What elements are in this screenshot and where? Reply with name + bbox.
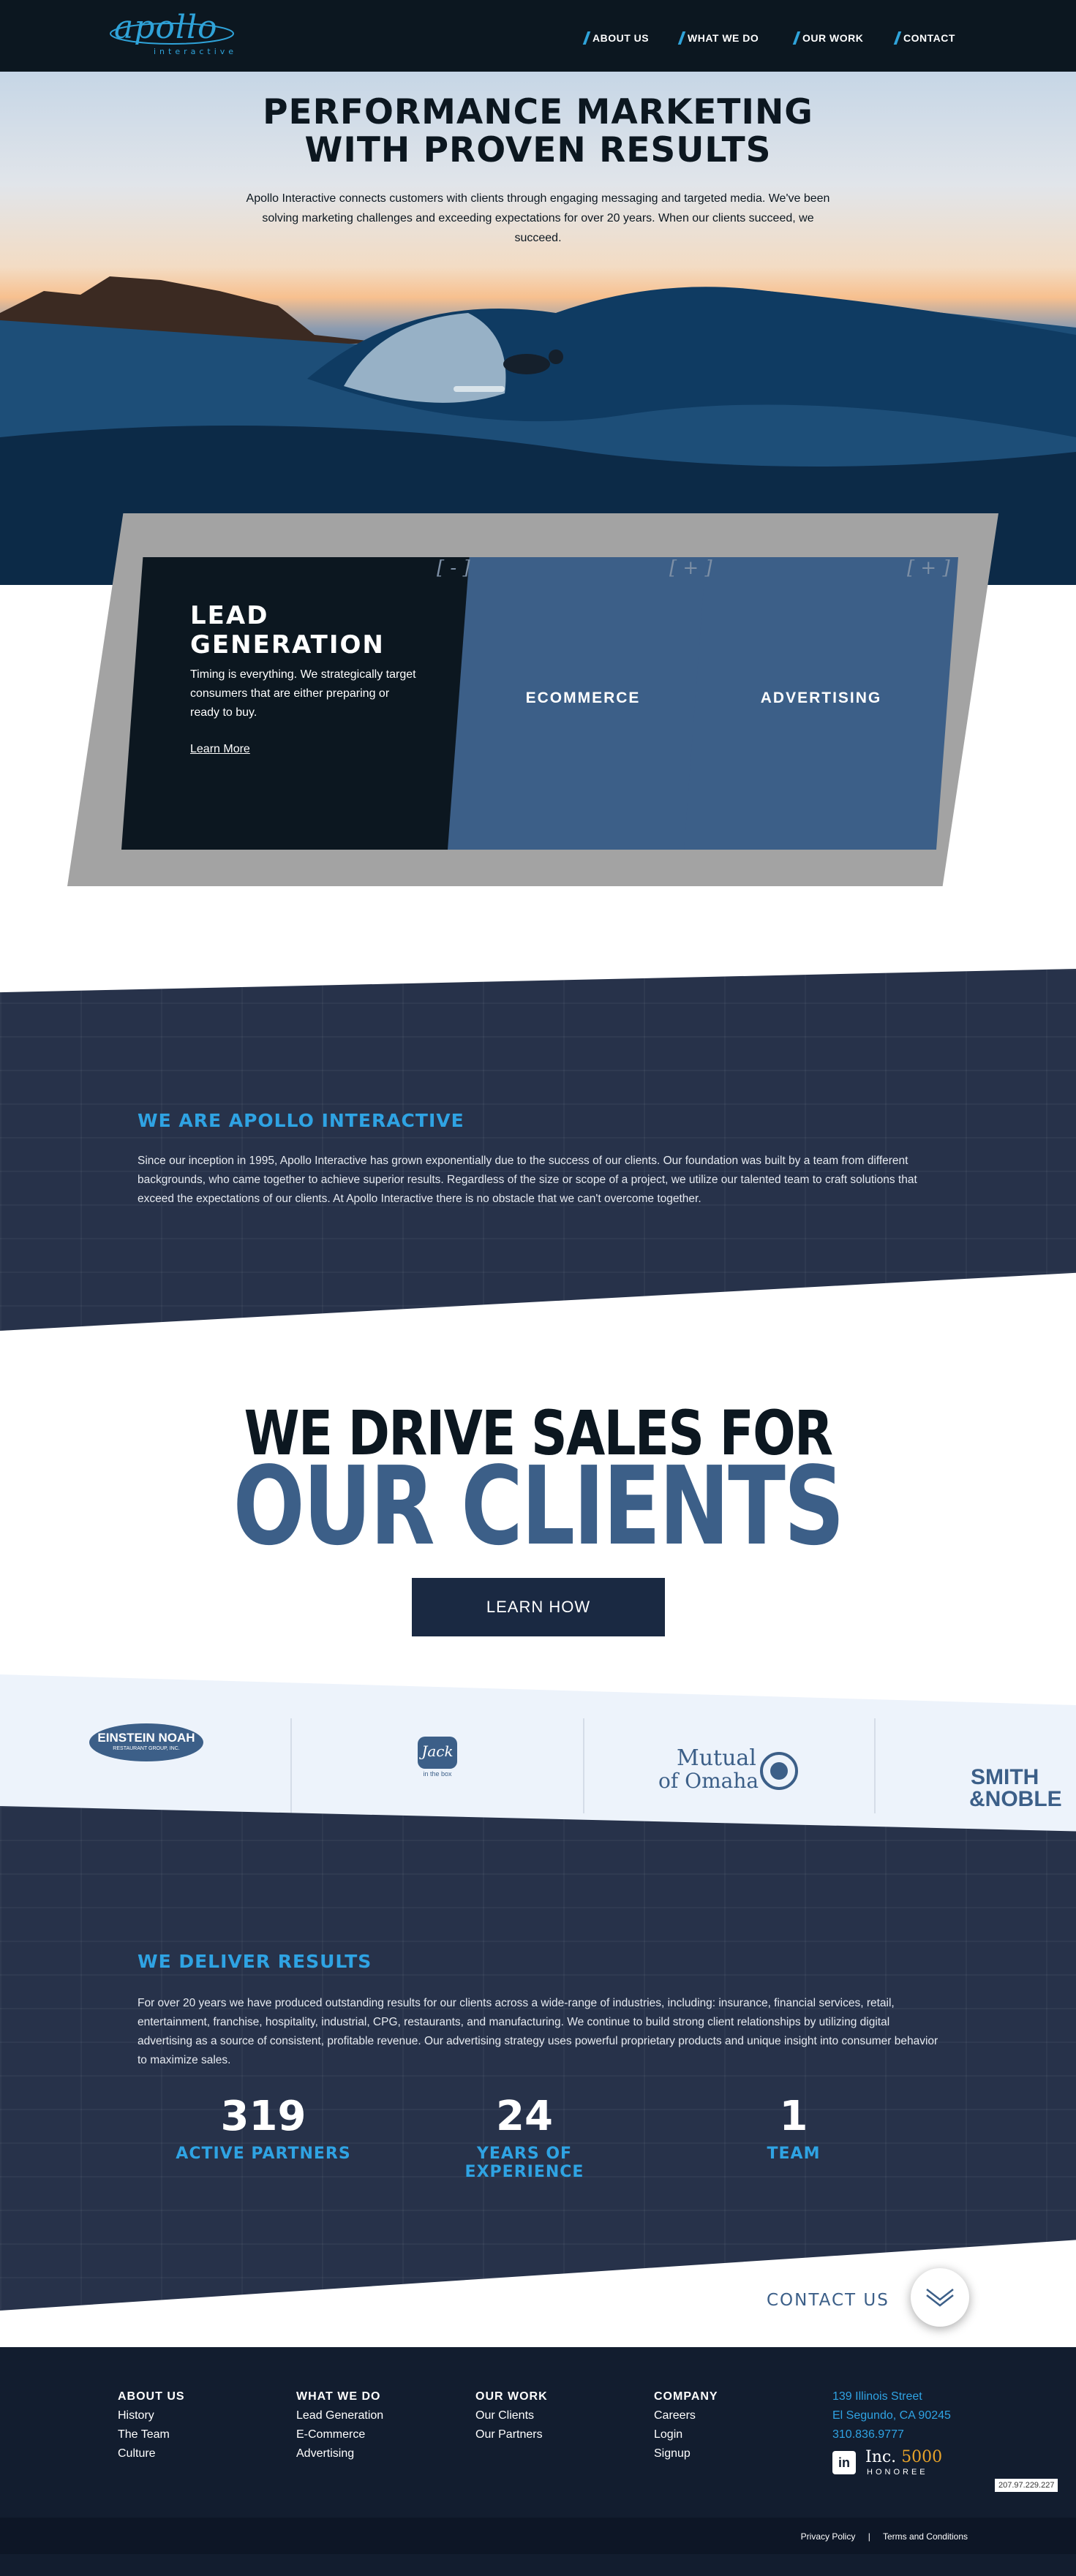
nav-slash-icon <box>677 31 686 45</box>
jack-subtext: in the box <box>423 1770 452 1778</box>
logo-subtitle: interactive <box>154 47 238 56</box>
footer-legal-links: Privacy Policy | Terms and Conditions <box>801 2531 968 2542</box>
about-heading: WE ARE APOLLO INTERACTIVE <box>138 1110 464 1131</box>
footer-link-careers[interactable]: Careers <box>654 2406 718 2425</box>
footer-heading[interactable]: COMPANY <box>654 2387 718 2406</box>
site-header: apollo interactive ABOUT US WHAT WE DO O… <box>0 0 1076 72</box>
our-clients-heading: OUR CLIENTS <box>233 1443 845 1569</box>
omaha-text: of Omaha <box>658 1769 759 1793</box>
footer-heading[interactable]: WHAT WE DO <box>296 2387 383 2406</box>
mutual-of-omaha-logo[interactable]: Mutual of Omaha <box>658 1744 801 1795</box>
hero-description: Apollo Interactive connects customers wi… <box>246 192 830 244</box>
hero-title-line1: PERFORMANCE MARKETING <box>263 92 813 132</box>
nav-slash-icon <box>893 31 902 45</box>
footer-col-company: COMPANY Careers Login Signup <box>654 2387 718 2463</box>
expand-toggle-ecommerce[interactable]: [ + ] <box>669 557 712 579</box>
nav-slash-icon <box>792 31 801 45</box>
einstein-noah-subtext: RESTAURANT GROUP, INC. <box>113 1746 180 1751</box>
lead-learn-more-link[interactable]: Learn More <box>190 743 250 756</box>
results-text: For over 20 years we have produced outst… <box>138 1997 938 2066</box>
inc-5000-badge: Inc. 5000 <box>865 2448 942 2466</box>
footer-col-about: ABOUT US History The Team Culture <box>118 2387 185 2463</box>
page: apollo interactive ABOUT US WHAT WE DO O… <box>0 0 1076 2576</box>
smith-text: SMITH <box>971 1765 1039 1789</box>
apollo-logo[interactable]: apollo interactive <box>108 7 236 60</box>
footer-col-our-work: OUR WORK Our Clients Our Partners <box>475 2387 548 2444</box>
stat-years-value: 24 <box>496 2093 553 2140</box>
jack-text: Jack <box>421 1742 454 1760</box>
stat-active-partners-label: ACTIVE PARTNERS <box>176 2145 351 2163</box>
linkedin-icon[interactable]: in <box>832 2451 856 2474</box>
stat-team-value: 1 <box>779 2093 808 2140</box>
hero-title-line2: WITH PROVEN RESULTS <box>304 130 772 170</box>
nav-what-we-do[interactable]: WHAT WE DO <box>677 31 759 45</box>
einstein-noah-logo[interactable]: EINSTEIN NOAH RESTAURANT GROUP, INC. <box>88 1722 205 1763</box>
footer-link-advertising[interactable]: Advertising <box>296 2444 383 2463</box>
footer-link-ecommerce[interactable]: E-Commerce <box>296 2425 383 2444</box>
jack-in-the-box-logo[interactable]: Jack in the box <box>413 1735 462 1780</box>
einstein-noah-text: EINSTEIN NOAH <box>97 1731 195 1745</box>
brick-texture <box>0 969 1076 1331</box>
inc-honoree: HONOREE <box>867 2468 928 2477</box>
nav-about-us[interactable]: ABOUT US <box>582 31 650 45</box>
logo-divider <box>583 1718 584 1813</box>
footer-link-history[interactable]: History <box>118 2406 185 2425</box>
stat-team-label: TEAM <box>767 2145 821 2163</box>
ip-address-badge: 207.97.229.227 <box>995 2479 1058 2492</box>
results-heading: WE DELIVER RESULTS <box>138 1951 372 1972</box>
stat-active-partners-value: 319 <box>220 2093 306 2140</box>
noble-text: &NOBLE <box>969 1787 1062 1811</box>
learn-how-button[interactable]: LEARN HOW <box>412 1578 665 1636</box>
privacy-policy-link[interactable]: Privacy Policy <box>801 2531 856 2542</box>
nav-contact[interactable]: CONTACT <box>893 31 955 45</box>
stat-years-label: YEARS OF EXPERIENCE <box>464 2145 584 2181</box>
footer-heading[interactable]: ABOUT US <box>118 2387 185 2406</box>
footer-heading[interactable]: OUR WORK <box>475 2387 548 2406</box>
hero-section: PERFORMANCE MARKETING WITH PROVEN RESULT… <box>0 72 1076 585</box>
mutual-text: Mutual <box>677 1745 756 1771</box>
smith-noble-logo[interactable]: SMITH &NOBLE <box>969 1761 1076 1812</box>
contact-us-label[interactable]: CONTACT US <box>767 2291 889 2310</box>
double-chevron-down-icon <box>926 2289 954 2307</box>
terms-link[interactable]: Terms and Conditions <box>883 2531 968 2542</box>
logo-divider <box>290 1718 292 1813</box>
inc-brand: Inc. <box>865 2448 897 2466</box>
footer-link-login[interactable]: Login <box>654 2425 718 2444</box>
ecommerce-card-title: ECOMMERCE <box>525 690 641 706</box>
footer-link-our-partners[interactable]: Our Partners <box>475 2425 548 2444</box>
footer-link-our-clients[interactable]: Our Clients <box>475 2406 548 2425</box>
contact-us-button[interactable] <box>911 2268 969 2327</box>
nav-label: OUR WORK <box>802 32 864 44</box>
hero-title: PERFORMANCE MARKETING WITH PROVEN RESULT… <box>0 94 1076 170</box>
inc-number: 5000 <box>901 2448 943 2466</box>
footer-link-culture[interactable]: Culture <box>118 2444 185 2463</box>
nav-label: ABOUT US <box>592 32 650 44</box>
footer-address: 139 Illinois Street El Segundo, CA 90245… <box>832 2387 951 2444</box>
nav-our-work[interactable]: OUR WORK <box>792 31 864 45</box>
nav-label: WHAT WE DO <box>688 32 759 44</box>
collapse-toggle[interactable]: [ - ] <box>437 557 470 579</box>
legal-separator: | <box>868 2531 870 2542</box>
footer-link-lead-generation[interactable]: Lead Generation <box>296 2406 383 2425</box>
logo-wordmark: apollo <box>114 9 218 46</box>
about-text: Since our inception in 1995, Apollo Inte… <box>138 1155 917 1205</box>
footer-col-what-we-do: WHAT WE DO Lead Generation E-Commerce Ad… <box>296 2387 383 2463</box>
indian-head-icon <box>760 1752 798 1790</box>
logo-divider <box>874 1718 876 1813</box>
address-phone[interactable]: 310.836.9777 <box>832 2425 951 2444</box>
expand-toggle-advertising[interactable]: [ + ] <box>907 557 950 579</box>
lead-card-text: Timing is everything. We strategically t… <box>190 668 416 719</box>
nav-label: CONTACT <box>903 32 955 44</box>
lead-card-title-line2: GENERATION <box>190 630 385 660</box>
advertising-card-title: ADVERTISING <box>760 690 882 706</box>
lead-card-title-line1: LEAD <box>190 601 269 630</box>
address-street[interactable]: 139 Illinois Street <box>832 2387 951 2406</box>
nav-slash-icon <box>582 31 591 45</box>
footer-link-signup[interactable]: Signup <box>654 2444 718 2463</box>
lead-card-title: LEAD GENERATION <box>190 601 385 660</box>
about-section <box>0 969 1076 1331</box>
footer-link-team[interactable]: The Team <box>118 2425 185 2444</box>
address-city[interactable]: El Segundo, CA 90245 <box>832 2406 951 2425</box>
